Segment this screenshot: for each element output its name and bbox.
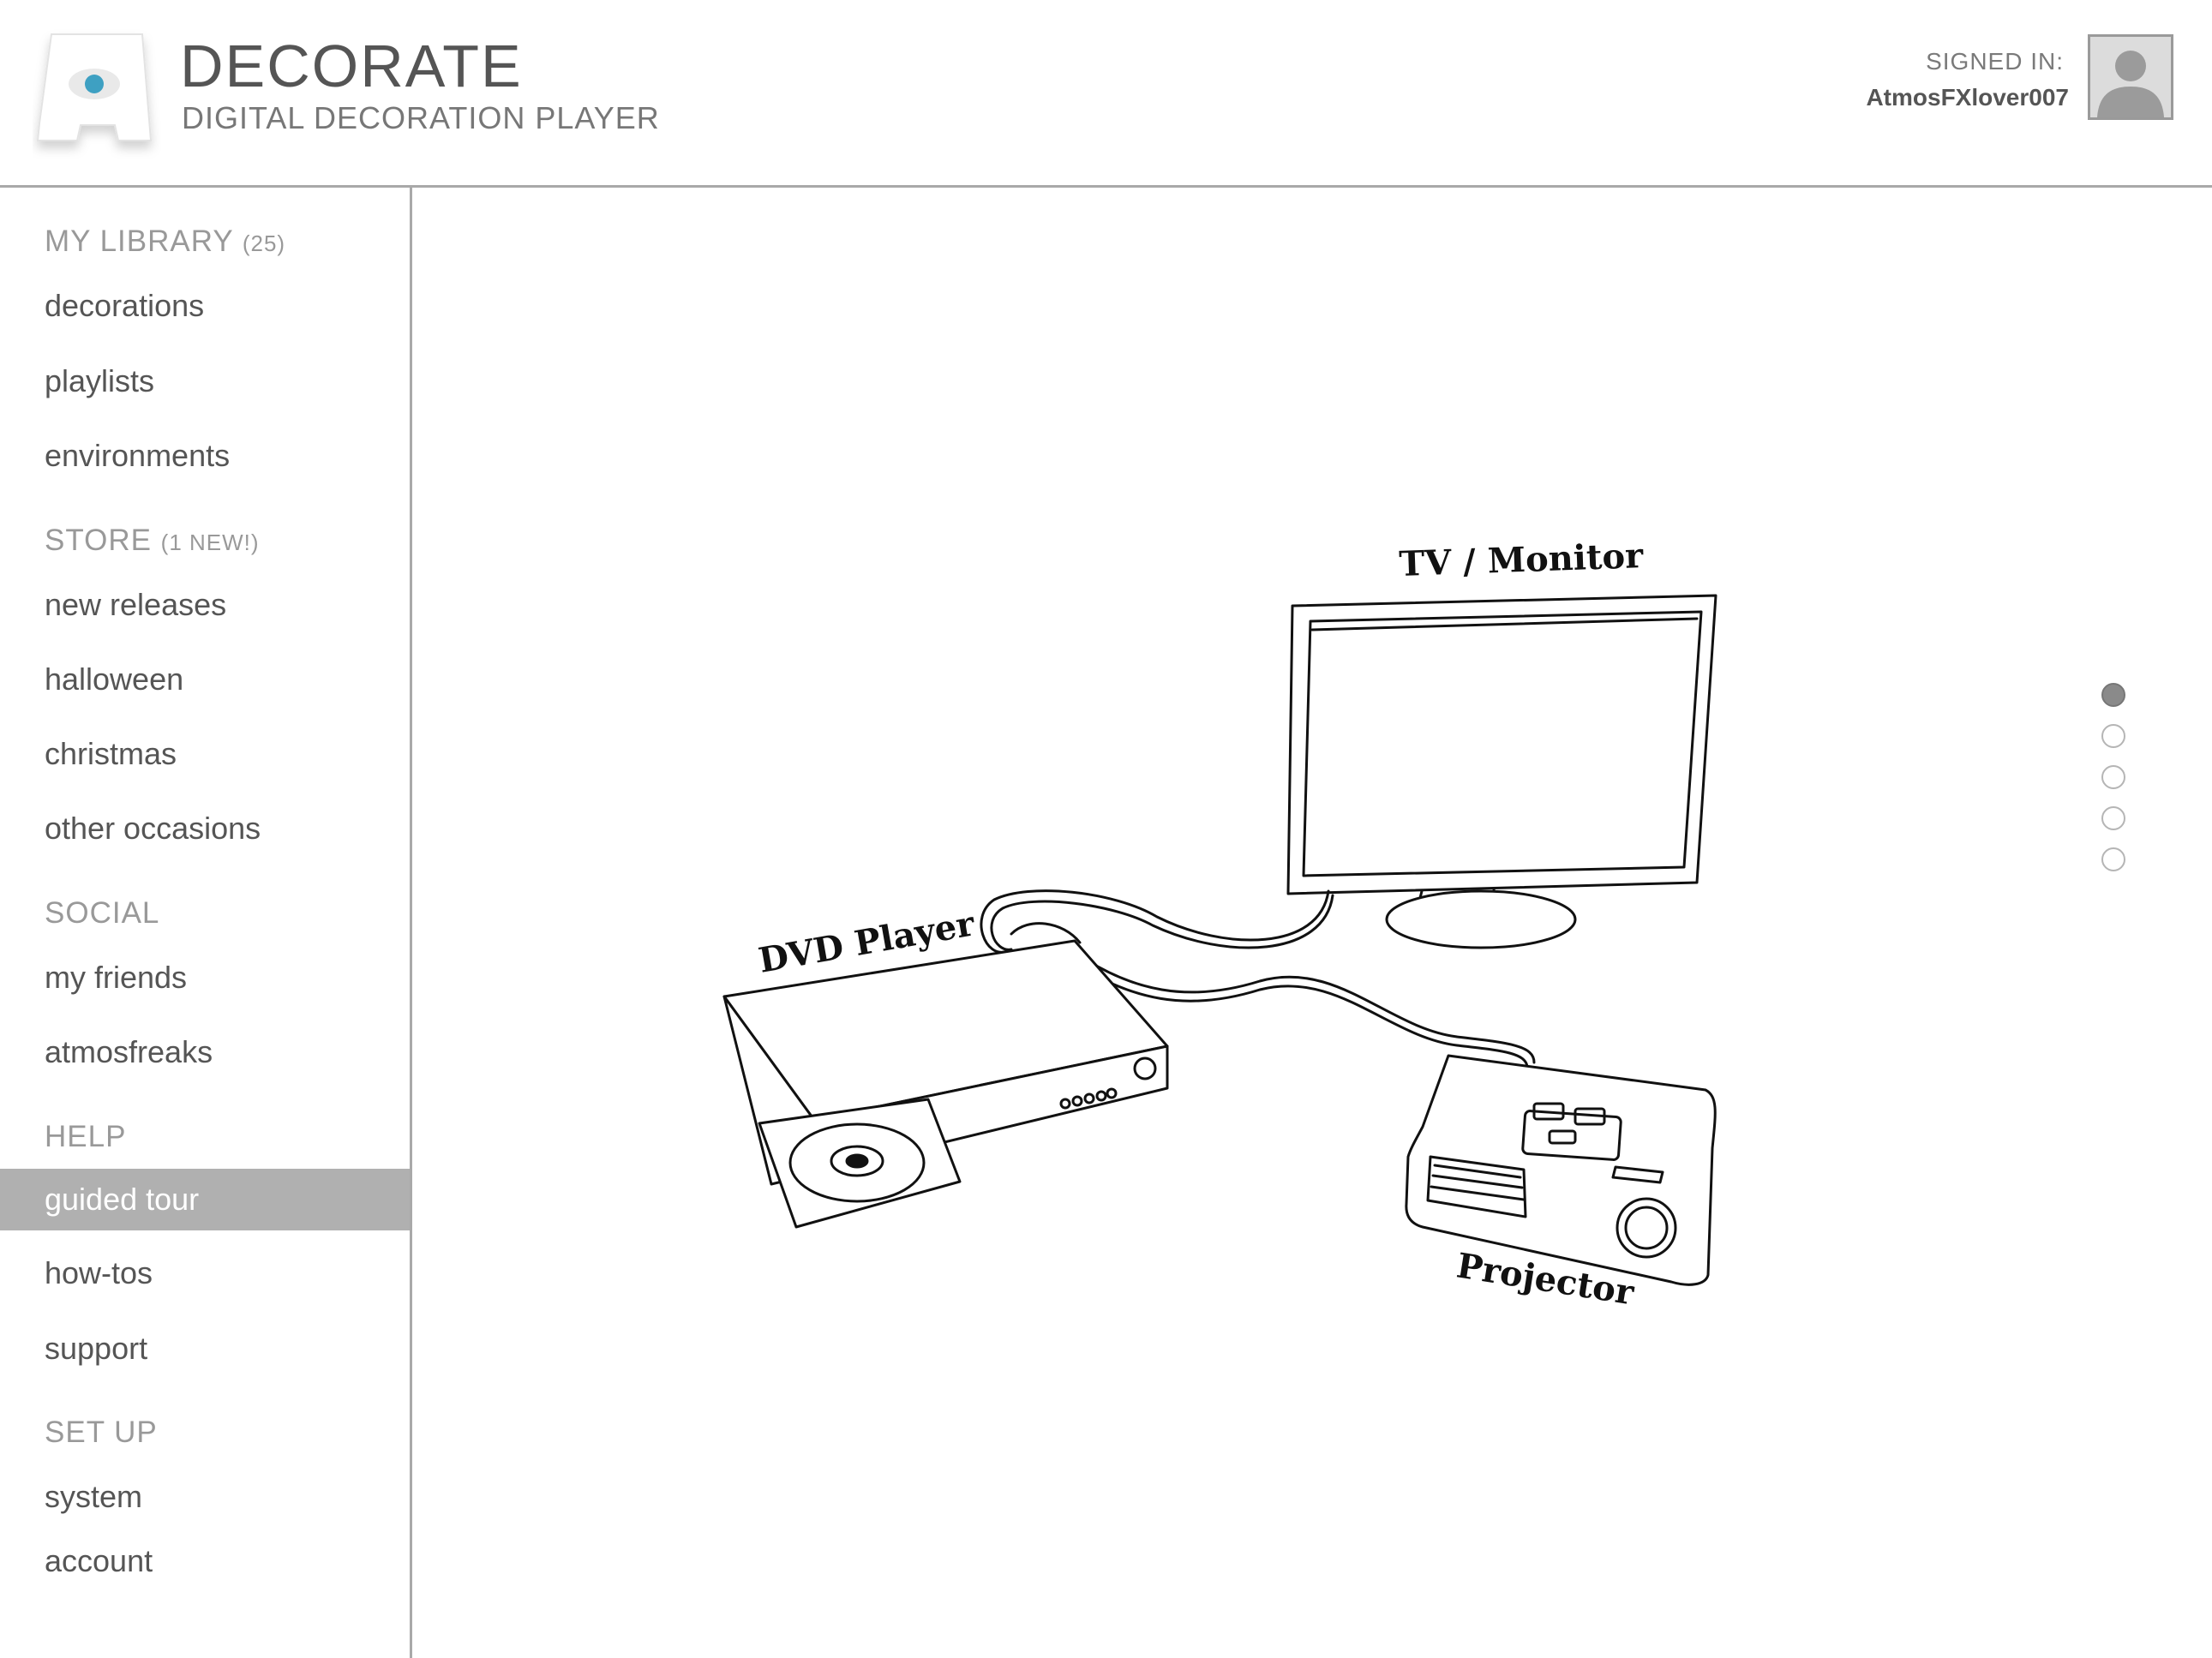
avatar[interactable] <box>2088 34 2173 120</box>
setup-illustration: TV / Monitor DVD Player Projector <box>722 536 1717 1314</box>
app-logo-icon <box>36 33 153 141</box>
tour-pager <box>2101 683 2129 889</box>
user-silhouette-icon <box>2090 37 2171 117</box>
app-title: DECORATE <box>180 33 523 99</box>
pager-dot-2[interactable] <box>2101 724 2125 748</box>
sidebar-item-halloween[interactable]: halloween <box>0 649 410 710</box>
section-social: SOCIAL <box>45 896 160 930</box>
section-help: HELP <box>45 1120 127 1153</box>
sidebar-item-other-occasions[interactable]: other occasions <box>0 798 410 859</box>
sidebar-item-playlists[interactable]: playlists <box>0 350 410 412</box>
section-set-up: SET UP <box>45 1416 158 1449</box>
store-new-count: (1 NEW!) <box>160 530 260 555</box>
sidebar-item-guided-tour[interactable]: guided tour <box>0 1169 410 1230</box>
tv-monitor-label: TV / Monitor <box>1399 536 1645 584</box>
pager-dot-1[interactable] <box>2101 683 2125 707</box>
main-content: TV / Monitor DVD Player Projector <box>412 188 2212 1658</box>
sidebar-item-how-tos[interactable]: how-tos <box>0 1242 410 1304</box>
section-store: STORE (1 NEW!) <box>45 524 260 557</box>
sidebar-item-decorations[interactable]: decorations <box>0 275 410 337</box>
pager-dot-5[interactable] <box>2101 847 2125 871</box>
sidebar-item-christmas[interactable]: christmas <box>0 723 410 785</box>
projector-icon <box>1405 1054 1717 1286</box>
pager-dot-4[interactable] <box>2101 806 2125 830</box>
tv-monitor-icon <box>1286 594 1717 949</box>
sidebar-item-account[interactable]: account <box>0 1530 410 1592</box>
sidebar-item-support[interactable]: support <box>0 1318 410 1380</box>
library-count: (25) <box>242 230 286 256</box>
section-my-library: MY LIBRARY (25) <box>45 224 286 258</box>
dvd-player-icon <box>722 939 1169 1229</box>
sidebar-item-new-releases[interactable]: new releases <box>0 574 410 636</box>
signed-in-label: SIGNED IN: <box>1926 48 2064 75</box>
app-header: DECORATE DIGITAL DECORATION PLAYER SIGNE… <box>0 0 2212 188</box>
sidebar-item-environments[interactable]: environments <box>0 425 410 487</box>
app-subtitle: DIGITAL DECORATION PLAYER <box>182 100 660 135</box>
sidebar-item-my-friends[interactable]: my friends <box>0 947 410 1009</box>
username[interactable]: AtmosFXlover007 <box>1866 84 2069 111</box>
sidebar-item-system[interactable]: system <box>0 1466 410 1528</box>
pager-dot-3[interactable] <box>2101 765 2125 789</box>
sidebar-item-atmosfreaks[interactable]: atmosfreaks <box>0 1021 410 1083</box>
sidebar: MY LIBRARY (25) decorations playlists en… <box>0 188 412 1658</box>
